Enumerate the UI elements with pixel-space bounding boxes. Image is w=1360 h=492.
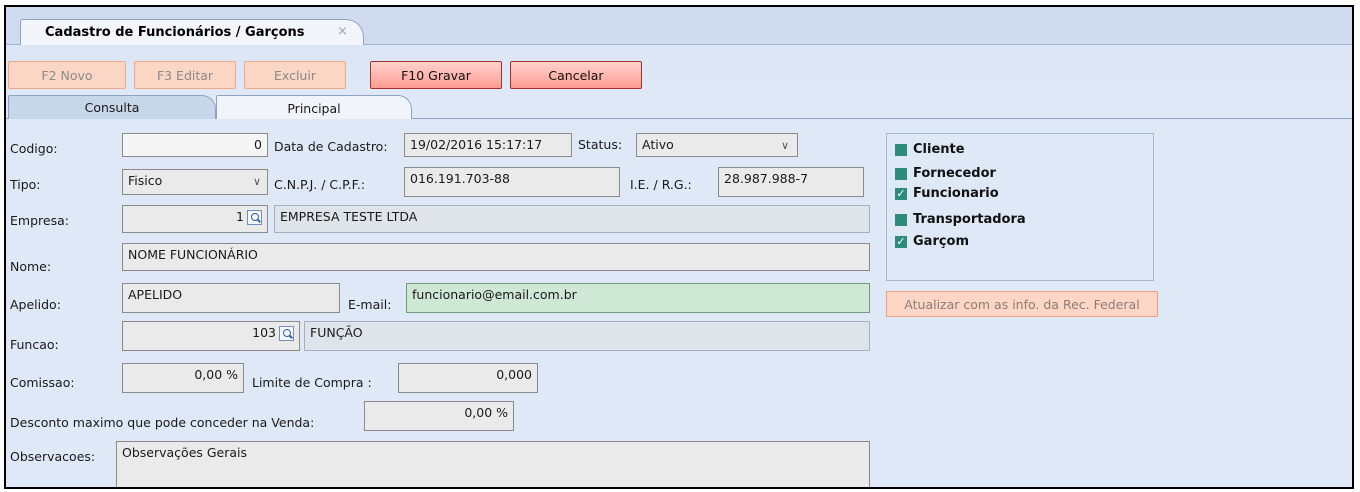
limite-label: Limite de Compra : [252,375,372,390]
empresa-code: 1 [236,209,244,224]
tipo-select[interactable]: Fisico ∨ [122,169,268,195]
checkbox-icon[interactable] [895,167,907,180]
role-label: Cliente [913,142,965,157]
role-garcom[interactable]: ✓ Garçom [895,234,969,249]
checkbox-icon[interactable] [895,213,907,226]
role-label: Transportadora [913,212,1026,227]
empresa-code-field[interactable]: 1 [122,205,268,233]
nome-label: Nome: [10,259,52,274]
empresa-name-field: EMPRESA TESTE LTDA [274,205,870,233]
gravar-button[interactable]: F10 Gravar [370,61,502,89]
cnpj-label: C.N.P.J. / C.P.F.: [274,177,366,192]
status-value: Ativo [642,137,674,152]
role-cliente[interactable]: Cliente [895,142,965,157]
chevron-down-icon: ∨ [252,175,261,188]
role-label: Garçom [913,234,970,249]
chevron-down-icon: ∨ [780,139,789,152]
document-tab-strip: Cadastro de Funcionários / Garçons × [6,7,1352,46]
toolbar: F2 Novo F3 Editar Excluir F10 Gravar Can… [6,45,1352,89]
codigo-label: Codigo: [10,141,58,156]
tipo-label: Tipo: [10,177,41,192]
update-federal-button[interactable]: Atualizar com as info. da Rec. Federal [886,291,1158,317]
status-select[interactable]: Ativo ∨ [636,133,798,157]
observacoes-field[interactable]: Observações Gerais [116,441,870,487]
desconto-field[interactable]: 0,00 % [364,401,514,431]
limite-field[interactable]: 0,000 [398,363,538,393]
tipo-value: Fisico [128,173,163,188]
lookup-search-icon[interactable] [279,326,294,341]
comissao-label: Comissao: [10,375,75,390]
email-field[interactable]: funcionario@email.com.br [406,283,870,313]
empresa-label: Empresa: [10,213,69,228]
email-label: E-mail: [348,297,392,312]
novo-button[interactable]: F2 Novo [8,61,126,89]
apelido-label: Apelido: [10,297,61,312]
nome-field[interactable]: NOME FUNCIONÁRIO [122,243,870,271]
tab-principal[interactable]: Principal [216,95,412,120]
employee-form: Codigo: 0 Data de Cadastro: 19/02/2016 1… [6,119,1352,487]
checkbox-icon[interactable] [895,143,907,156]
status-label: Status: [578,137,623,152]
checkmark-icon[interactable]: ✓ [895,187,907,200]
page-tabs: Consulta Principal [6,93,1352,120]
comissao-field[interactable]: 0,00 % [122,363,244,393]
window-frame: Cadastro de Funcionários / Garçons × F2 … [4,5,1354,489]
editar-button[interactable]: F3 Editar [134,61,236,89]
funcao-name-field: FUNÇÃO [304,321,870,351]
role-transportadora[interactable]: Transportadora [895,212,1026,227]
document-tab-title: Cadastro de Funcionários / Garçons [45,25,305,40]
checkmark-icon[interactable]: ✓ [895,235,907,248]
ie-field[interactable]: 28.987.988-7 [718,167,864,197]
funcao-code-field[interactable]: 103 [122,321,300,351]
data-cadastro-label: Data de Cadastro: [274,139,388,154]
cnpj-field[interactable]: 016.191.703-88 [404,167,620,197]
document-tab[interactable]: Cadastro de Funcionários / Garçons × [20,19,364,46]
funcao-label: Funcao: [10,337,59,352]
role-label: Funcionario [913,186,999,201]
excluir-button[interactable]: Excluir [244,61,346,89]
observacoes-label: Observacoes: [10,449,96,464]
ie-label: I.E. / R.G.: [630,177,692,192]
codigo-field[interactable]: 0 [122,133,268,157]
cancelar-button[interactable]: Cancelar [510,61,642,89]
lookup-search-icon[interactable] [247,210,262,225]
data-cadastro-field[interactable]: 19/02/2016 15:17:17 [404,133,572,157]
roles-panel: Cliente Fornecedor ✓ Funcionario Transpo… [886,133,1154,281]
tab-consulta[interactable]: Consulta [8,95,216,119]
close-icon[interactable]: × [337,24,348,39]
role-label: Fornecedor [913,166,996,181]
funcao-code: 103 [252,325,276,340]
role-fornecedor[interactable]: Fornecedor [895,166,996,181]
desconto-label: Desconto maximo que pode conceder na Ven… [10,415,315,430]
role-funcionario[interactable]: ✓ Funcionario [895,186,999,201]
apelido-field[interactable]: APELIDO [122,283,340,313]
